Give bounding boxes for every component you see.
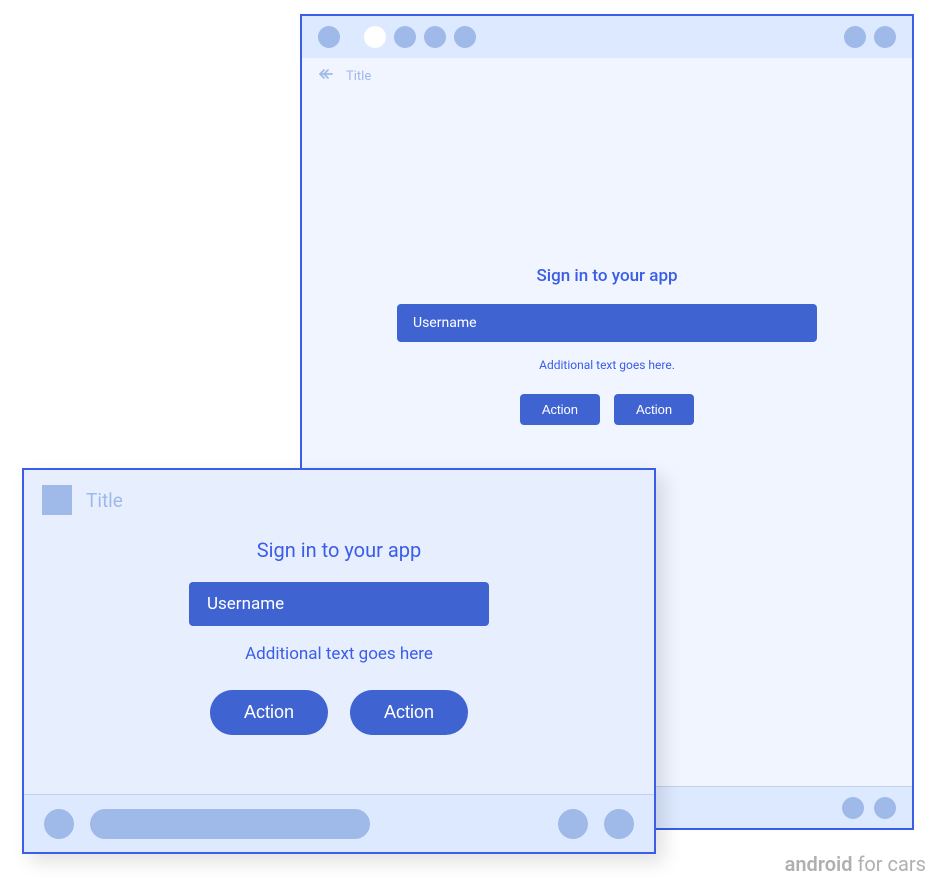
status-dot-active-icon: [364, 26, 386, 48]
status-dot-icon: [844, 26, 866, 48]
action-button-secondary[interactable]: Action: [614, 394, 694, 425]
phone-frame: Title Sign in to your app Username Addit…: [22, 468, 656, 854]
screen-title: Title: [86, 489, 123, 512]
app-icon: [42, 485, 72, 515]
status-dot-icon: [394, 26, 416, 48]
back-arrow-icon[interactable]: [318, 66, 334, 86]
username-input[interactable]: Username: [397, 304, 817, 342]
sign-in-heading: Sign in to your app: [536, 266, 677, 286]
nav-bar-icon[interactable]: [90, 809, 370, 839]
action-button-secondary[interactable]: Action: [350, 690, 468, 735]
additional-text: Additional text goes here.: [539, 358, 675, 372]
action-button-row: Action Action: [210, 690, 468, 735]
status-dot-icon: [424, 26, 446, 48]
phone-sign-in-form: Sign in to your app Username Additional …: [24, 530, 654, 735]
status-dot-icon: [454, 26, 476, 48]
sign-in-heading: Sign in to your app: [257, 538, 421, 562]
action-button-primary[interactable]: Action: [520, 394, 600, 425]
tablet-status-bar: [302, 16, 912, 58]
watermark-brand: android: [785, 852, 853, 876]
nav-dot-icon[interactable]: [842, 797, 864, 819]
username-placeholder: Username: [207, 594, 284, 614]
action-button-primary[interactable]: Action: [210, 690, 328, 735]
nav-dot-icon[interactable]: [874, 797, 896, 819]
tablet-title-bar: Title: [302, 58, 912, 94]
screen-title: Title: [346, 69, 371, 84]
phone-nav-bar: [24, 794, 654, 852]
watermark-suffix: for cars: [852, 852, 926, 876]
tablet-sign-in-form: Sign in to your app Username Additional …: [302, 266, 912, 425]
username-input[interactable]: Username: [189, 582, 489, 626]
nav-dot-icon[interactable]: [558, 809, 588, 839]
status-dot-icon: [874, 26, 896, 48]
phone-title-bar: Title: [24, 470, 654, 530]
action-button-row: Action Action: [520, 394, 694, 425]
watermark: android for cars: [785, 852, 926, 876]
additional-text: Additional text goes here: [245, 644, 433, 664]
nav-dot-icon[interactable]: [604, 809, 634, 839]
nav-dot-icon[interactable]: [44, 809, 74, 839]
status-dot-icon: [318, 26, 340, 48]
username-placeholder: Username: [413, 315, 477, 331]
